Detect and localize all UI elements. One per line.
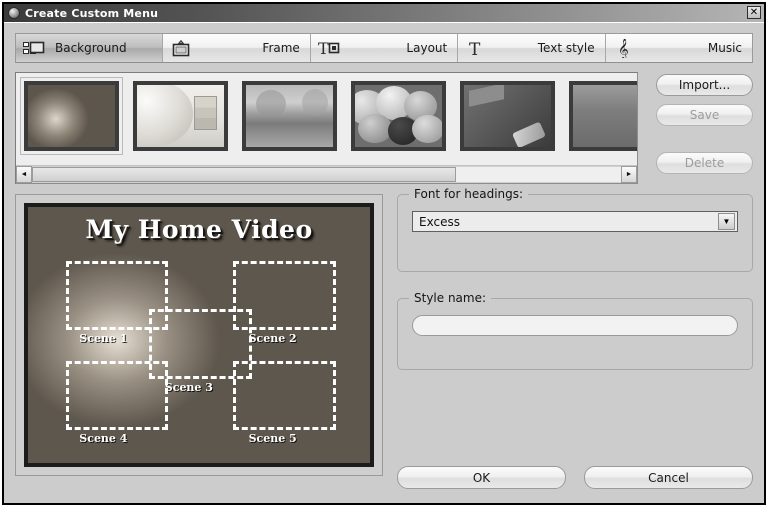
lower-area: My Home Video Scene 1 Scene 2 Scene 3 Sc… — [15, 187, 753, 494]
scroll-left-icon[interactable]: ◄ — [16, 166, 32, 183]
tab-text-style[interactable]: T Text style — [458, 34, 606, 62]
background-browser-row: ◄ ► Import... Save Delete — [15, 72, 753, 184]
background-icon — [23, 39, 45, 57]
text-style-icon: T — [465, 39, 487, 57]
scrollbar-track[interactable] — [32, 166, 621, 183]
tab-music[interactable]: 𝄞 Music — [605, 34, 753, 62]
menu-preview-panel: My Home Video Scene 1 Scene 2 Scene 3 Sc… — [15, 194, 383, 476]
app-disc-icon — [8, 7, 20, 19]
save-button[interactable]: Save — [656, 104, 753, 126]
preview-title: My Home Video — [85, 215, 313, 244]
scene-label-1: Scene 1 — [79, 332, 128, 346]
thumbnail-graduation-cap[interactable] — [457, 78, 558, 154]
thumbnail-misc[interactable] — [566, 78, 637, 154]
svg-text:𝄞: 𝄞 — [618, 39, 629, 58]
cancel-button[interactable]: Cancel — [584, 466, 753, 489]
strip-side-buttons: Import... Save Delete — [638, 72, 753, 184]
svg-text:T: T — [469, 40, 481, 57]
thumbnail-strip: ◄ ► — [15, 72, 638, 184]
thumbnail-sphere-blocks[interactable] — [130, 78, 231, 154]
thumbnail-baby-shoes[interactable] — [20, 77, 123, 155]
create-custom-menu-dialog: Create Custom Menu ✕ Background Frame T … — [2, 2, 766, 505]
close-icon[interactable]: ✕ — [747, 6, 761, 19]
scene-box-5[interactable] — [233, 360, 336, 430]
import-button[interactable]: Import... — [656, 74, 753, 96]
font-for-headings-group: Font for headings: Excess ▼ — [397, 187, 753, 272]
font-for-headings-select[interactable]: Excess ▼ — [412, 211, 738, 232]
thumbnail-hearts[interactable] — [239, 78, 340, 154]
tab-layout[interactable]: T Layout — [310, 34, 459, 62]
settings-column: Font for headings: Excess ▼ Style name: … — [397, 187, 753, 494]
scene-box-4[interactable] — [65, 360, 169, 430]
menu-preview[interactable]: My Home Video Scene 1 Scene 2 Scene 3 Sc… — [24, 203, 374, 467]
text-layout-icon: T — [318, 39, 340, 57]
scroll-right-icon[interactable]: ► — [621, 166, 637, 183]
scrollbar-thumb[interactable] — [32, 167, 457, 182]
frame-icon — [170, 39, 192, 57]
tab-frame[interactable]: Frame — [163, 34, 311, 62]
tab-text-style-label: Text style — [537, 41, 595, 55]
thumbnail-scrollbar[interactable]: ◄ ► — [16, 165, 637, 183]
style-name-input[interactable] — [412, 315, 738, 336]
tab-strip: Background Frame T Layout T Text style 𝄞… — [15, 33, 753, 63]
scene-label-4: Scene 4 — [79, 432, 128, 446]
title-bar: Create Custom Menu ✕ — [4, 4, 764, 22]
svg-text:T: T — [318, 40, 329, 57]
music-note-icon: 𝄞 — [613, 39, 635, 58]
chevron-down-icon[interactable]: ▼ — [718, 213, 735, 230]
scene-label-3: Scene 3 — [164, 381, 213, 395]
ok-button[interactable]: OK — [397, 466, 566, 489]
dialog-buttons: OK Cancel — [397, 466, 753, 494]
thumbnail-balloons[interactable] — [348, 78, 449, 154]
style-name-group: Style name: — [397, 291, 753, 370]
tab-background-label: Background — [55, 41, 127, 55]
tab-layout-label: Layout — [406, 41, 448, 55]
tab-frame-label: Frame — [262, 41, 300, 55]
scene-label-2: Scene 2 — [248, 332, 297, 346]
scene-label-5: Scene 5 — [248, 432, 297, 446]
thumbnail-list[interactable] — [16, 73, 637, 165]
delete-button[interactable]: Delete — [656, 152, 753, 174]
dialog-client-area: Background Frame T Layout T Text style 𝄞… — [4, 22, 764, 503]
tab-music-label: Music — [707, 41, 743, 55]
font-for-headings-value: Excess — [419, 214, 460, 229]
tab-background[interactable]: Background — [16, 34, 164, 62]
window-title: Create Custom Menu — [25, 6, 159, 20]
font-for-headings-label: Font for headings: — [409, 187, 529, 201]
style-name-label: Style name: — [409, 291, 492, 305]
